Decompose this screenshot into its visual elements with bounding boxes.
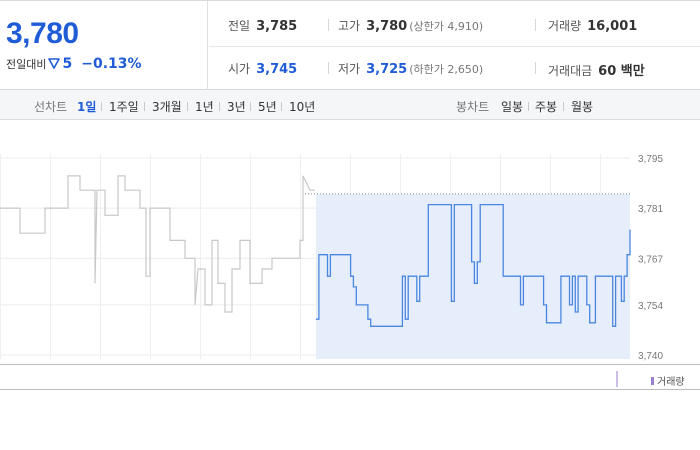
divider — [328, 62, 329, 74]
down-arrow-icon — [48, 54, 61, 73]
divider — [535, 62, 536, 74]
tab-divider — [219, 102, 220, 111]
high-label: 고가 — [338, 19, 361, 33]
tab-divider — [144, 102, 145, 111]
volume-legend: 거래량 — [651, 373, 685, 388]
y-tick-label: 3,767 — [638, 254, 663, 265]
chart-period-toolbar: 선차트 1일 1주일 3개월 1년 3년 5년 10년 봉차트 일봉 주봉 월봉 — [0, 90, 700, 120]
upper-limit-note: (상한가 4,910) — [409, 20, 484, 33]
candle-chart-label: 봉차트 — [456, 100, 490, 114]
change-rate: −0.13% — [81, 55, 142, 72]
period-tab-1y[interactable]: 1년 — [195, 98, 214, 115]
volume-label: 거래량 — [548, 19, 582, 33]
turnover-stat: 거래대금 60 백만 — [548, 60, 645, 79]
divider — [328, 19, 329, 31]
volume-value: 16,001 — [587, 19, 638, 34]
y-tick-label: 3,781 — [638, 204, 663, 215]
change-row: 전일대비 5 −0.13% — [6, 54, 142, 73]
tab-divider — [101, 102, 102, 111]
row-divider — [209, 46, 700, 47]
period-tab-3y[interactable]: 3년 — [227, 98, 246, 115]
low-value: 3,725 — [366, 62, 408, 77]
period-tab-10y[interactable]: 10년 — [289, 98, 315, 115]
price-box: 3,780 전일대비 5 −0.13% — [0, 1, 208, 90]
candle-tab-daily[interactable]: 일봉 — [501, 98, 523, 115]
y-tick-label: 3,754 — [638, 301, 663, 312]
turnover-label: 거래대금 — [548, 64, 593, 78]
quote-panel: 3,780 전일대비 5 −0.13% 전일 3,785 고가 3,780 (상한가 … — [0, 0, 700, 90]
volume-legend-swatch — [651, 376, 654, 385]
candle-tab-weekly[interactable]: 주봉 — [535, 98, 557, 115]
prev-close-value: 3,785 — [256, 19, 298, 34]
prev-close-stat: 전일 3,785 — [228, 17, 297, 34]
open-label: 시가 — [228, 62, 251, 76]
period-tab-1d[interactable]: 1일 — [77, 98, 96, 115]
tab-divider — [187, 102, 188, 111]
prev-day-price-line — [0, 175, 315, 313]
current-price: 3,780 — [6, 17, 79, 50]
change-amount: 5 — [62, 55, 73, 72]
lower-limit-note: (하한가 2,650) — [409, 63, 484, 76]
price-chart-svg: 3,795 3,781 3,767 3,754 3,740 — [0, 154, 700, 390]
change-label: 전일대비 — [6, 57, 47, 71]
y-tick-label: 3,795 — [638, 154, 663, 165]
period-tab-5y[interactable]: 5년 — [258, 98, 277, 115]
tab-divider — [528, 102, 529, 111]
volume-stat: 거래량 16,001 — [548, 17, 637, 34]
open-stat: 시가 3,745 — [228, 60, 297, 77]
prev-close-label: 전일 — [228, 19, 251, 33]
low-stat: 저가 3,725 (하한가 2,650) — [338, 60, 483, 77]
period-tab-1w[interactable]: 1주일 — [109, 98, 139, 115]
volume-legend-label: 거래량 — [657, 377, 685, 388]
high-stat: 고가 3,780 (상한가 4,910) — [338, 17, 483, 34]
tab-divider — [563, 102, 564, 111]
price-chart: 3,795 3,781 3,767 3,754 3,740 — [0, 121, 700, 390]
divider — [535, 19, 536, 31]
turnover-value: 60 백만 — [598, 64, 645, 79]
y-tick-label: 3,740 — [638, 351, 663, 362]
low-label: 저가 — [338, 62, 361, 76]
candle-tab-monthly[interactable]: 월봉 — [571, 98, 593, 115]
high-value: 3,780 — [366, 19, 408, 34]
period-tab-3m[interactable]: 3개월 — [152, 98, 182, 115]
line-chart-label: 선차트 — [34, 100, 68, 114]
tab-divider — [250, 102, 251, 111]
open-value: 3,745 — [256, 62, 298, 77]
tab-divider — [281, 102, 282, 111]
